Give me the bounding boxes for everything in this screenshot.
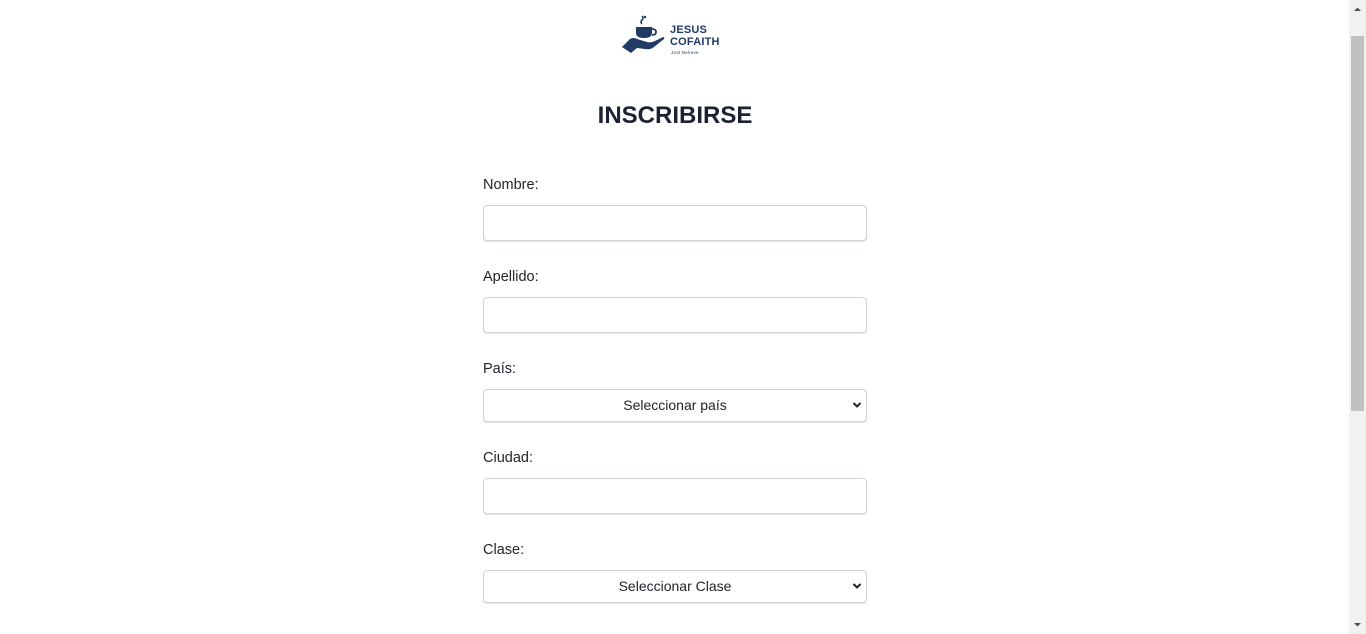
chevron-down-icon	[852, 583, 862, 589]
apellido-field[interactable]	[483, 297, 867, 333]
nombre-label: Nombre:	[483, 177, 539, 193]
pais-select-value: Seleccionar país	[623, 397, 727, 413]
scroll-up-arrow-icon[interactable]	[1353, 5, 1362, 14]
logo-tagline: Just Believe	[671, 50, 699, 55]
signup-page: JESUS COFAITH Just Believe INSCRIBIRSE N…	[0, 0, 1366, 634]
scrollbar-thumb[interactable]	[1351, 36, 1364, 411]
apellido-label: Apellido:	[483, 269, 539, 285]
pais-label: País:	[483, 361, 517, 377]
chevron-down-icon	[852, 402, 862, 408]
logo-text-line2: COFAITH	[670, 36, 720, 48]
clase-select-value: Seleccionar Clase	[618, 578, 732, 594]
nombre-field[interactable]	[483, 205, 867, 241]
brand-logo[interactable]: JESUS COFAITH Just Believe	[620, 14, 732, 58]
clase-label: Clase:	[483, 542, 525, 558]
pais-select[interactable]: Seleccionar país	[483, 389, 867, 422]
page-scrollbar[interactable]	[1349, 0, 1366, 634]
ciudad-label: Ciudad:	[483, 450, 533, 466]
page-title: INSCRIBIRSE	[597, 102, 753, 129]
clase-select[interactable]: Seleccionar Clase	[483, 570, 867, 603]
hand-holding-coffee-cup-icon	[622, 15, 665, 53]
ciudad-field[interactable]	[483, 478, 867, 514]
logo-text-line1: JESUS	[670, 24, 708, 36]
scroll-down-arrow-icon[interactable]	[1353, 620, 1362, 629]
